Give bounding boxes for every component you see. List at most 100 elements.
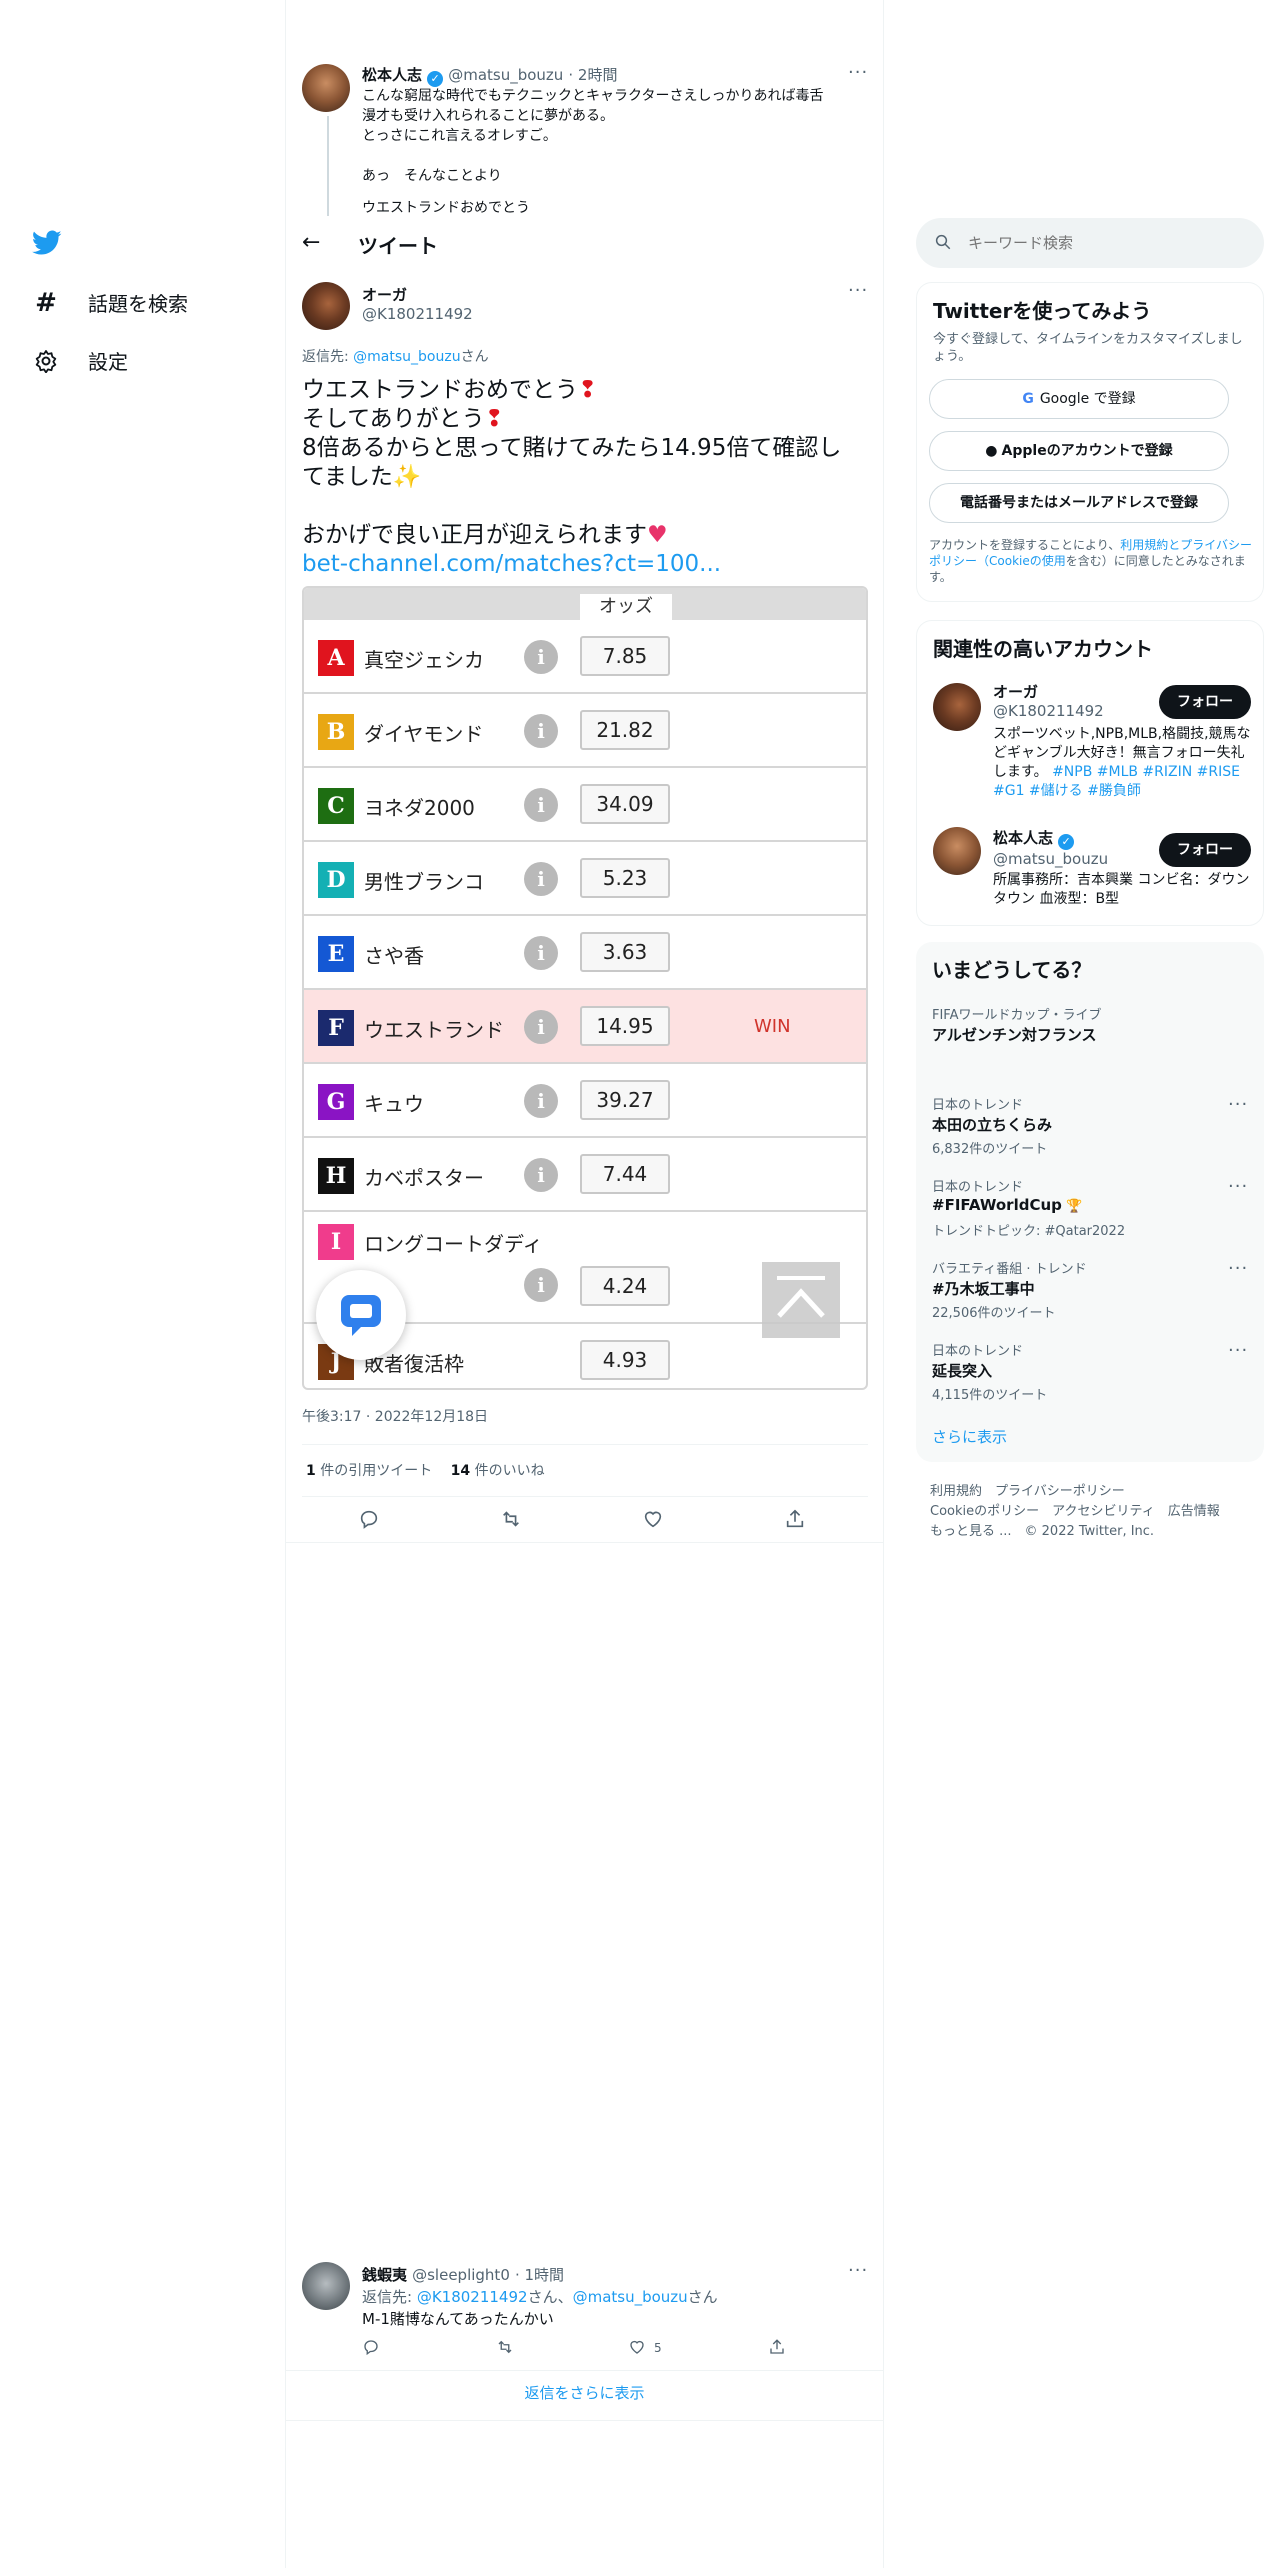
odds-letter-badge: F	[318, 1010, 354, 1046]
author-handle[interactable]: @matsu_bouzu	[448, 66, 563, 84]
odds-value: 39.27	[580, 1080, 670, 1120]
scroll-top-button[interactable]	[762, 1262, 840, 1338]
apple-signup-button[interactable]: ● Appleのアカウントで登録	[929, 431, 1229, 471]
tweet-time[interactable]: · 2時間	[568, 66, 617, 84]
info-icon[interactable]: i	[524, 1010, 558, 1044]
odds-entry-name: キュウ	[364, 1092, 424, 1116]
account-bio: 所属事務所：吉本興業 コンビ名：ダウンタウン 血液型：B型	[993, 872, 1250, 907]
author-name[interactable]: オーガ	[362, 284, 473, 305]
trend-item[interactable]: #乃木坂工事中	[932, 1278, 1035, 1299]
tweet-link[interactable]: bet-channel.com/matches?ct=100...	[302, 550, 862, 579]
reply-icon[interactable]	[358, 1508, 380, 1534]
trend-item[interactable]: #FIFAWorldCup 🏆	[932, 1196, 1083, 1214]
odds-entry-name: カベポスター	[364, 1166, 484, 1190]
reply-tweet-header: 銭蝦夷 @sleeplight0 · 1時間	[362, 2264, 564, 2285]
odds-letter-badge: H	[318, 1158, 354, 1194]
quote-label[interactable]: 件の引用ツイート	[320, 1463, 432, 1479]
odds-letter-badge: A	[318, 640, 354, 676]
phone-signup-button[interactable]: 電話番号またはメールアドレスで登録	[929, 483, 1229, 523]
tweet-actions	[302, 1498, 868, 1542]
author-handle[interactable]: @K180211492	[362, 305, 473, 323]
nav-settings[interactable]: 設定	[32, 346, 128, 375]
show-more-trends-link[interactable]: さらに表示	[932, 1426, 1007, 1447]
more-icon[interactable]: ···	[848, 280, 868, 301]
like-label[interactable]: 件のいいね	[475, 1463, 545, 1479]
odds-entry-name: 男性ブランコ	[364, 870, 484, 894]
footer-links[interactable]: 利用規約 プライバシーポリシー	[930, 1480, 1125, 1499]
avatar[interactable]	[933, 683, 981, 731]
avatar[interactable]	[302, 64, 350, 112]
odds-value: 4.24	[580, 1266, 670, 1306]
avatar[interactable]	[302, 282, 350, 330]
reply-prefix: 返信先:	[302, 349, 354, 365]
like-count: 5	[654, 2341, 662, 2355]
info-icon[interactable]: i	[524, 1084, 558, 1118]
trend-count: 22,506件のツイート	[932, 1306, 1056, 1321]
info-icon[interactable]: i	[524, 862, 558, 896]
share-icon[interactable]	[768, 2338, 786, 2360]
more-icon[interactable]: ···	[1228, 1258, 1248, 1279]
author-handle[interactable]: @sleeplight0	[412, 2266, 510, 2284]
retweet-icon[interactable]	[496, 2338, 514, 2360]
like-count[interactable]: 14	[451, 1463, 470, 1479]
reply-to-link[interactable]: @matsu_bouzu	[353, 349, 460, 365]
info-icon[interactable]: i	[524, 788, 558, 822]
more-icon[interactable]: ···	[848, 2260, 868, 2281]
follow-button[interactable]: フォロー	[1159, 685, 1251, 719]
info-icon[interactable]: i	[524, 1158, 558, 1192]
odds-entry-name: ウエストランド	[364, 1018, 504, 1042]
signup-card: Twitterを使ってみよう 今すぐ登録して、タイムラインをカスタマイズしましょ…	[916, 282, 1264, 602]
avatar[interactable]	[302, 2262, 350, 2310]
search-input[interactable]	[968, 230, 1248, 256]
chat-bubble-button[interactable]	[316, 1270, 406, 1360]
tweet-timestamp[interactable]: 午後3:17 · 2022年12月18日	[302, 1406, 488, 1426]
info-icon[interactable]: i	[524, 1268, 558, 1302]
info-icon[interactable]: i	[524, 714, 558, 748]
back-arrow-icon[interactable]: ←	[302, 230, 320, 255]
info-icon[interactable]: i	[524, 936, 558, 970]
share-icon[interactable]	[784, 1508, 806, 1534]
follow-button[interactable]: フォロー	[1159, 833, 1251, 867]
related-account-1[interactable]: オーガ @K180211492	[993, 681, 1104, 720]
tweet-header-bar: ← ツイート	[286, 218, 882, 270]
avatar[interactable]	[933, 827, 981, 875]
more-icon[interactable]: ···	[1228, 1176, 1248, 1197]
trend-item[interactable]: 本田の立ちくらみ	[932, 1114, 1052, 1135]
trend-item[interactable]: アルゼンチン対フランス	[932, 1024, 1097, 1045]
footer-links[interactable]: もっと見る ... © 2022 Twitter, Inc.	[930, 1520, 1154, 1539]
show-more-replies-link[interactable]: 返信をさらに表示	[286, 2382, 883, 2403]
nav-explore[interactable]: # 話題を検索	[32, 288, 188, 318]
more-icon[interactable]: ···	[848, 62, 868, 83]
odds-letter-badge: G	[318, 1084, 354, 1120]
odds-row: C ヨネダ2000 i 34.09	[304, 768, 866, 842]
trend-count: 4,115件のツイート	[932, 1388, 1048, 1403]
footer-links[interactable]: Cookieのポリシー アクセシビリティ 広告情報	[930, 1500, 1220, 1519]
odds-value: 7.85	[580, 636, 670, 676]
search-icon	[934, 233, 952, 255]
retweet-icon[interactable]	[500, 1508, 522, 1534]
google-signup-button[interactable]: G Google で登録	[929, 379, 1229, 419]
search-box[interactable]	[916, 218, 1264, 268]
trend-item[interactable]: 延長突入	[932, 1360, 992, 1381]
info-icon[interactable]: i	[524, 640, 558, 674]
twitter-logo-icon[interactable]	[32, 230, 62, 260]
tweet-time[interactable]: · 1時間	[515, 2266, 564, 2284]
more-icon[interactable]: ···	[1228, 1094, 1248, 1115]
author-name[interactable]: 松本人志	[362, 66, 422, 84]
like-button[interactable]: 5	[628, 2338, 662, 2360]
related-account-2[interactable]: 松本人志 ✓ @matsu_bouzu	[993, 827, 1108, 868]
more-icon[interactable]: ···	[1228, 1340, 1248, 1361]
trends-card: いまどうしてる？ FIFAワールドカップ・ライブ アルゼンチン対フランス 日本の…	[916, 942, 1264, 1462]
odds-row: G キュウ i 39.27	[304, 1064, 866, 1138]
reply-to-link[interactable]: @matsu_bouzu	[573, 2288, 688, 2306]
apple-signup-label: Appleのアカウントで登録	[1001, 443, 1173, 459]
signup-terms: アカウントを登録することにより、利用規約とプライバシーポリシー（Cookieの使…	[929, 537, 1255, 585]
divider	[286, 2420, 883, 2421]
author-name[interactable]: 銭蝦夷	[362, 2266, 407, 2284]
reply-to-link[interactable]: @K180211492	[417, 2288, 528, 2306]
like-icon[interactable]	[642, 1508, 664, 1534]
quote-count[interactable]: 1	[306, 1463, 316, 1479]
text-line: 漫才も受け入れられることに夢がある。	[362, 108, 614, 124]
reply-icon[interactable]	[362, 2338, 380, 2360]
